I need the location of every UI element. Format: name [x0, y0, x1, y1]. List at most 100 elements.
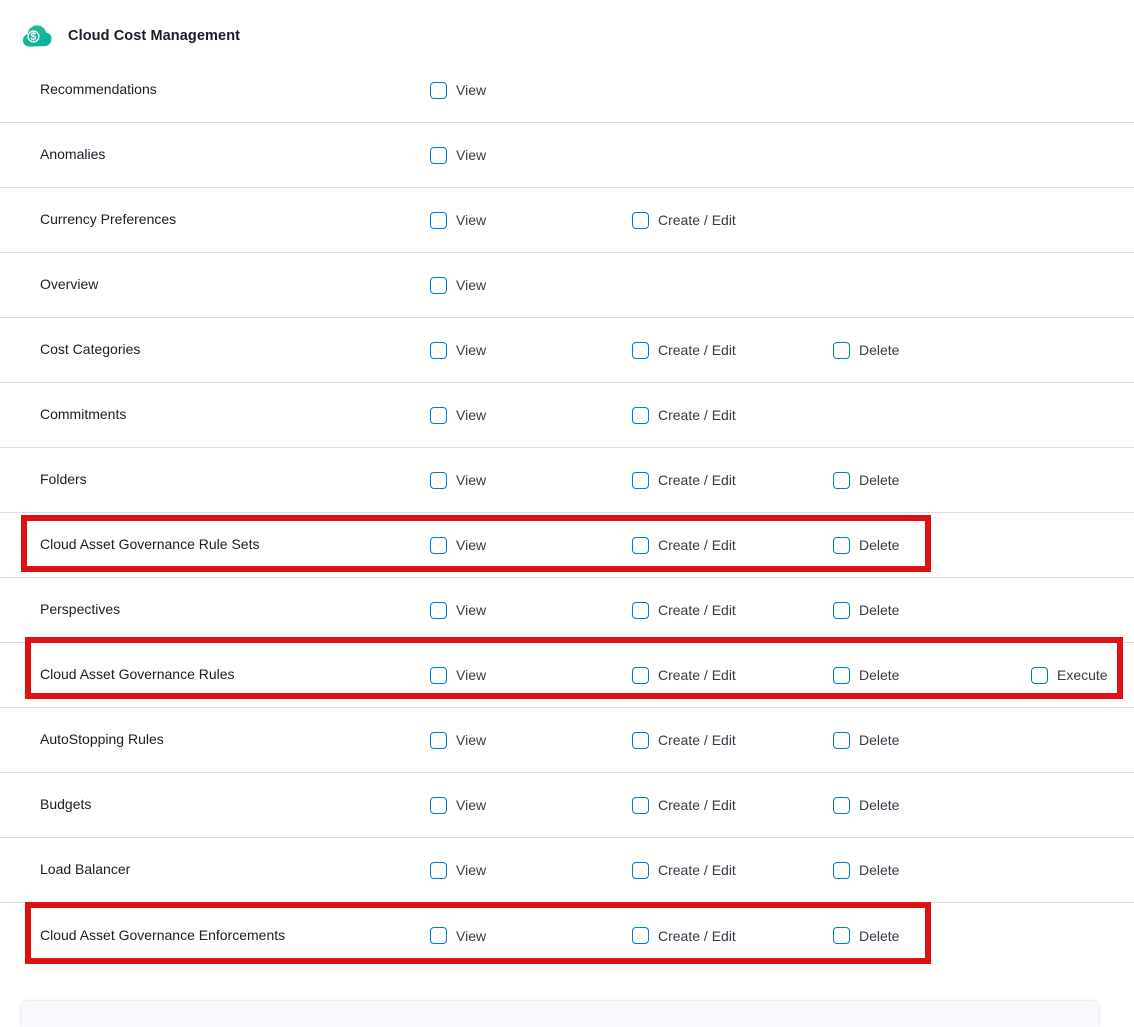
permission-label: View	[456, 472, 486, 488]
permissions-screen: $ Cloud Cost Management Recommendations …	[0, 0, 1134, 1027]
permission-label: Delete	[859, 537, 899, 553]
resource-label: Cloud Asset Governance Rules	[40, 666, 235, 682]
permission-checkbox-create-edit[interactable]	[632, 342, 649, 359]
permission-checkbox-create-edit[interactable]	[632, 537, 649, 554]
permission-checkbox-view[interactable]	[430, 797, 447, 814]
permission-checkbox-create-edit[interactable]	[632, 667, 649, 684]
permission-cell: View	[430, 472, 632, 489]
permission-label: View	[456, 277, 486, 293]
permission-checkbox-create-edit[interactable]	[632, 927, 649, 944]
permission-checkbox-create-edit[interactable]	[632, 797, 649, 814]
permission-checkbox-delete[interactable]	[833, 667, 850, 684]
permission-label: View	[456, 407, 486, 423]
permission-checkbox-view[interactable]	[430, 537, 447, 554]
permission-cell: Create / Edit	[632, 472, 833, 489]
permission-label: Create / Edit	[658, 667, 736, 683]
permission-checkbox-delete[interactable]	[833, 472, 850, 489]
permission-label: Execute	[1057, 667, 1108, 683]
permission-row: Perspectives ViewCreate / EditDelete	[0, 578, 1134, 643]
permission-row: Folders View Create / Edit Delete	[0, 448, 1134, 513]
resource-label: Folders	[40, 471, 87, 487]
resource-label: Cloud Asset Governance Enforcements	[40, 927, 285, 943]
permission-row: AutoStopping Rules ViewCreate / EditDele…	[0, 708, 1134, 773]
permission-label: View	[456, 928, 486, 944]
permission-checkbox-view[interactable]	[430, 82, 447, 99]
permission-cell: Delete	[833, 537, 1031, 554]
svg-text:$: $	[31, 31, 37, 43]
permission-label: Create / Edit	[658, 472, 736, 488]
permission-row: Recommendations View	[0, 58, 1134, 123]
permission-checkbox-view[interactable]	[430, 667, 447, 684]
permission-checkbox-view[interactable]	[430, 862, 447, 879]
permission-label: Create / Edit	[658, 342, 736, 358]
resource-label: Perspectives	[40, 601, 120, 617]
permissions-table: Recommendations View Anomalies View Curr…	[0, 58, 1134, 968]
permission-cell: Create / Edit	[632, 407, 833, 424]
permission-checkbox-view[interactable]	[430, 927, 447, 944]
permission-cell: View	[430, 797, 632, 814]
permission-label: View	[456, 862, 486, 878]
permission-cell: Execute	[1031, 667, 1134, 684]
module-title: Cloud Cost Management	[68, 28, 240, 44]
permission-checkbox-view[interactable]	[430, 407, 447, 424]
permission-cell: View	[430, 342, 632, 359]
permission-checkbox-delete[interactable]	[833, 342, 850, 359]
permission-checkbox-delete[interactable]	[833, 732, 850, 749]
permission-checkbox-delete[interactable]	[833, 602, 850, 619]
permission-row: Currency Preferences ViewCreate / Edit	[0, 188, 1134, 253]
resource-label: Anomalies	[40, 146, 105, 162]
permission-cell: View	[430, 927, 632, 944]
permission-checkbox-delete[interactable]	[833, 537, 850, 554]
permission-checkbox-view[interactable]	[430, 472, 447, 489]
permission-checkbox-create-edit[interactable]	[632, 602, 649, 619]
resource-label: Currency Preferences	[40, 211, 176, 227]
permission-label: View	[456, 732, 486, 748]
permission-label: Create / Edit	[658, 537, 736, 553]
permission-label: View	[456, 147, 486, 163]
permission-label: Delete	[859, 732, 899, 748]
ccm-cloud-dollar-icon: $	[22, 24, 52, 48]
permission-cell: View	[430, 667, 632, 684]
permission-label: Delete	[859, 928, 899, 944]
permission-checkbox-create-edit[interactable]	[632, 212, 649, 229]
permission-cell: Create / Edit	[632, 927, 833, 944]
permission-row: Cloud Asset Governance Rule Sets ViewCre…	[0, 513, 1134, 578]
permission-checkbox-create-edit[interactable]	[632, 472, 649, 489]
permission-checkbox-view[interactable]	[430, 732, 447, 749]
permission-checkbox-create-edit[interactable]	[632, 862, 649, 879]
permission-checkbox-view[interactable]	[430, 212, 447, 229]
permission-checkbox-delete[interactable]	[833, 862, 850, 879]
permission-checkbox-execute[interactable]	[1031, 667, 1048, 684]
module-header: $ Cloud Cost Management	[0, 0, 1134, 58]
next-section-panel	[20, 1000, 1100, 1027]
permission-cell: Create / Edit	[632, 212, 833, 229]
permission-cell: Delete	[833, 862, 1031, 879]
resource-label: Commitments	[40, 406, 126, 422]
permission-checkbox-view[interactable]	[430, 602, 447, 619]
permission-label: Delete	[859, 667, 899, 683]
permission-checkbox-create-edit[interactable]	[632, 407, 649, 424]
permission-label: Create / Edit	[658, 732, 736, 748]
permission-cell: Delete	[833, 472, 1031, 489]
permission-checkbox-delete[interactable]	[833, 797, 850, 814]
permission-checkbox-create-edit[interactable]	[632, 732, 649, 749]
permission-cell: Delete	[833, 667, 1031, 684]
permission-checkbox-view[interactable]	[430, 342, 447, 359]
permission-label: View	[456, 342, 486, 358]
permission-row: Commitments View Create / Edit	[0, 383, 1134, 448]
permission-checkbox-delete[interactable]	[833, 927, 850, 944]
permission-row: Cost Categories ViewCreate / EditDelete	[0, 318, 1134, 383]
permission-label: Create / Edit	[658, 928, 736, 944]
permission-label: Delete	[859, 797, 899, 813]
permission-label: View	[456, 667, 486, 683]
permission-checkbox-view[interactable]	[430, 147, 447, 164]
permission-checkbox-view[interactable]	[430, 277, 447, 294]
permission-cell: Create / Edit	[632, 537, 833, 554]
permission-label: Create / Edit	[658, 602, 736, 618]
resource-label: Budgets	[40, 796, 91, 812]
permission-cell: View	[430, 82, 632, 99]
permission-label: Create / Edit	[658, 407, 736, 423]
permission-label: View	[456, 602, 486, 618]
resource-label: Overview	[40, 276, 98, 292]
permission-label: View	[456, 82, 486, 98]
